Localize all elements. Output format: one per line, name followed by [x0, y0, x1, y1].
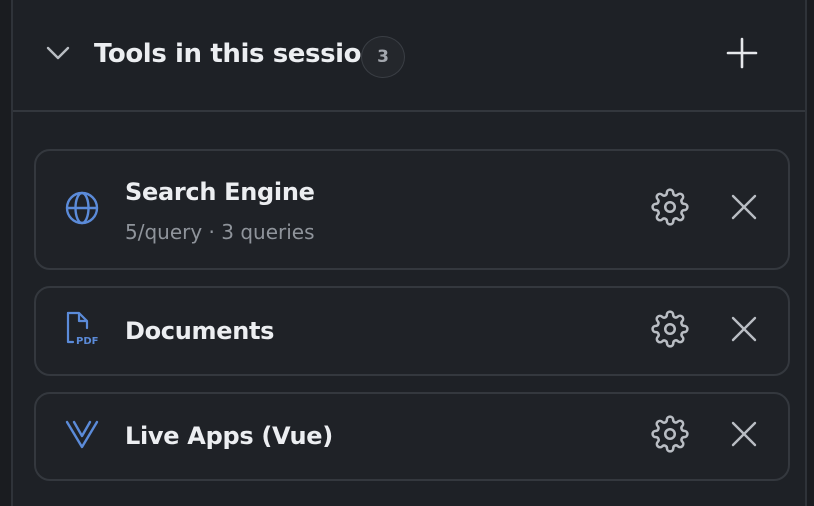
add-tool-button[interactable]	[723, 36, 761, 70]
tool-name: Documents	[125, 317, 275, 345]
close-icon[interactable]	[727, 190, 761, 224]
tool-card-live-apps-vue: Live Apps (Vue)	[34, 392, 790, 481]
tools-panel: Tools in this session 3 Search Engine 5/…	[11, 0, 807, 506]
gear-icon[interactable]	[651, 310, 689, 348]
tool-count-badge: 3	[361, 36, 405, 78]
gear-icon[interactable]	[651, 188, 689, 226]
gear-icon[interactable]	[651, 415, 689, 453]
tool-card-documents: PDF Documents	[34, 286, 790, 376]
tool-pricing-meta: 5/query · 3 queries	[125, 220, 315, 244]
tool-card-search-engine: Search Engine 5/query · 3 queries	[34, 149, 790, 270]
tools-panel-header: Tools in this session 3	[13, 0, 805, 112]
globe-icon	[65, 191, 99, 225]
tool-name: Search Engine	[125, 178, 315, 206]
close-icon[interactable]	[727, 312, 761, 346]
tool-name: Live Apps (Vue)	[125, 422, 333, 450]
close-icon[interactable]	[727, 417, 761, 451]
pdf-file-icon: PDF	[66, 311, 98, 347]
vue-icon	[65, 420, 99, 449]
chevron-down-icon[interactable]	[45, 44, 71, 62]
svg-text:PDF: PDF	[76, 336, 98, 347]
panel-title: Tools in this session	[94, 39, 380, 69]
